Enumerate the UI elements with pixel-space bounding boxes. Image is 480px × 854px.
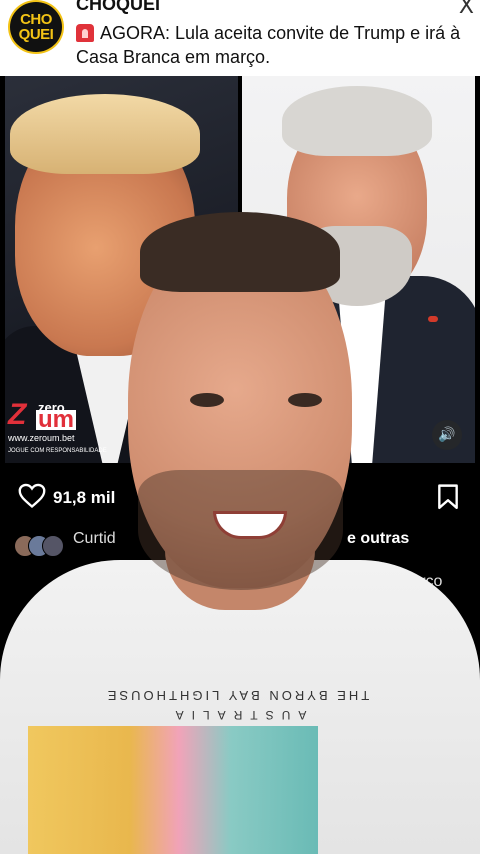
zeroum-watermark: Z zero um www.zeroum.bet JOGUE COM RESPO… [8, 398, 107, 462]
photo-right-lula[interactable] [242, 76, 475, 463]
watermark-z: Z [8, 398, 27, 431]
watermark-um: um [36, 406, 76, 433]
avatar-text-2: QUEI [18, 26, 54, 43]
like-count[interactable]: 91,8 mil [53, 488, 115, 508]
white-tshirt [0, 560, 480, 854]
neck-shape [165, 500, 315, 610]
caption-fragment: pós [420, 594, 446, 611]
post-headline: AGORA: Lula aceita convite de Trump e ir… [76, 21, 466, 69]
watermark-url: www.zeroum.bet [8, 433, 75, 443]
liked-by-text[interactable]: Curtid [73, 530, 116, 548]
tshirt-text-line2: AUSTRALIA [167, 708, 307, 722]
smile-mouth [213, 511, 287, 539]
liked-by-others[interactable]: e outras [347, 530, 409, 548]
beard-shape [302, 226, 412, 306]
account-name[interactable]: CHOQUEI [76, 0, 160, 15]
tshirt-print-art [28, 726, 318, 854]
bookmark-icon[interactable] [437, 484, 459, 510]
avatar [42, 535, 64, 557]
hair-shape [282, 86, 432, 156]
sound-icon[interactable]: 🔊 [432, 420, 462, 450]
avatar-text-1: CHO [20, 11, 52, 28]
liked-by-avatars[interactable] [14, 535, 74, 557]
lapel-pin [428, 316, 438, 322]
tshirt-text-line1: THE BYRON BAY LIGHTHOUSE [104, 688, 370, 703]
caption-fragment: março [398, 573, 443, 590]
presenter-beard [138, 470, 343, 590]
siren-icon [76, 24, 94, 42]
x-logo-icon[interactable]: X [459, 0, 474, 19]
heart-icon[interactable] [18, 483, 46, 509]
account-avatar[interactable]: CHO QUEI [8, 0, 64, 54]
headline-text: AGORA: Lula aceita convite de Trump e ir… [76, 23, 461, 67]
hair-shape [10, 94, 200, 174]
post-header: CHO QUEI CHOQUEI X AGORA: Lula aceita co… [0, 0, 480, 76]
watermark-note: JOGUE COM RESPONSABILIDADE [8, 448, 107, 454]
